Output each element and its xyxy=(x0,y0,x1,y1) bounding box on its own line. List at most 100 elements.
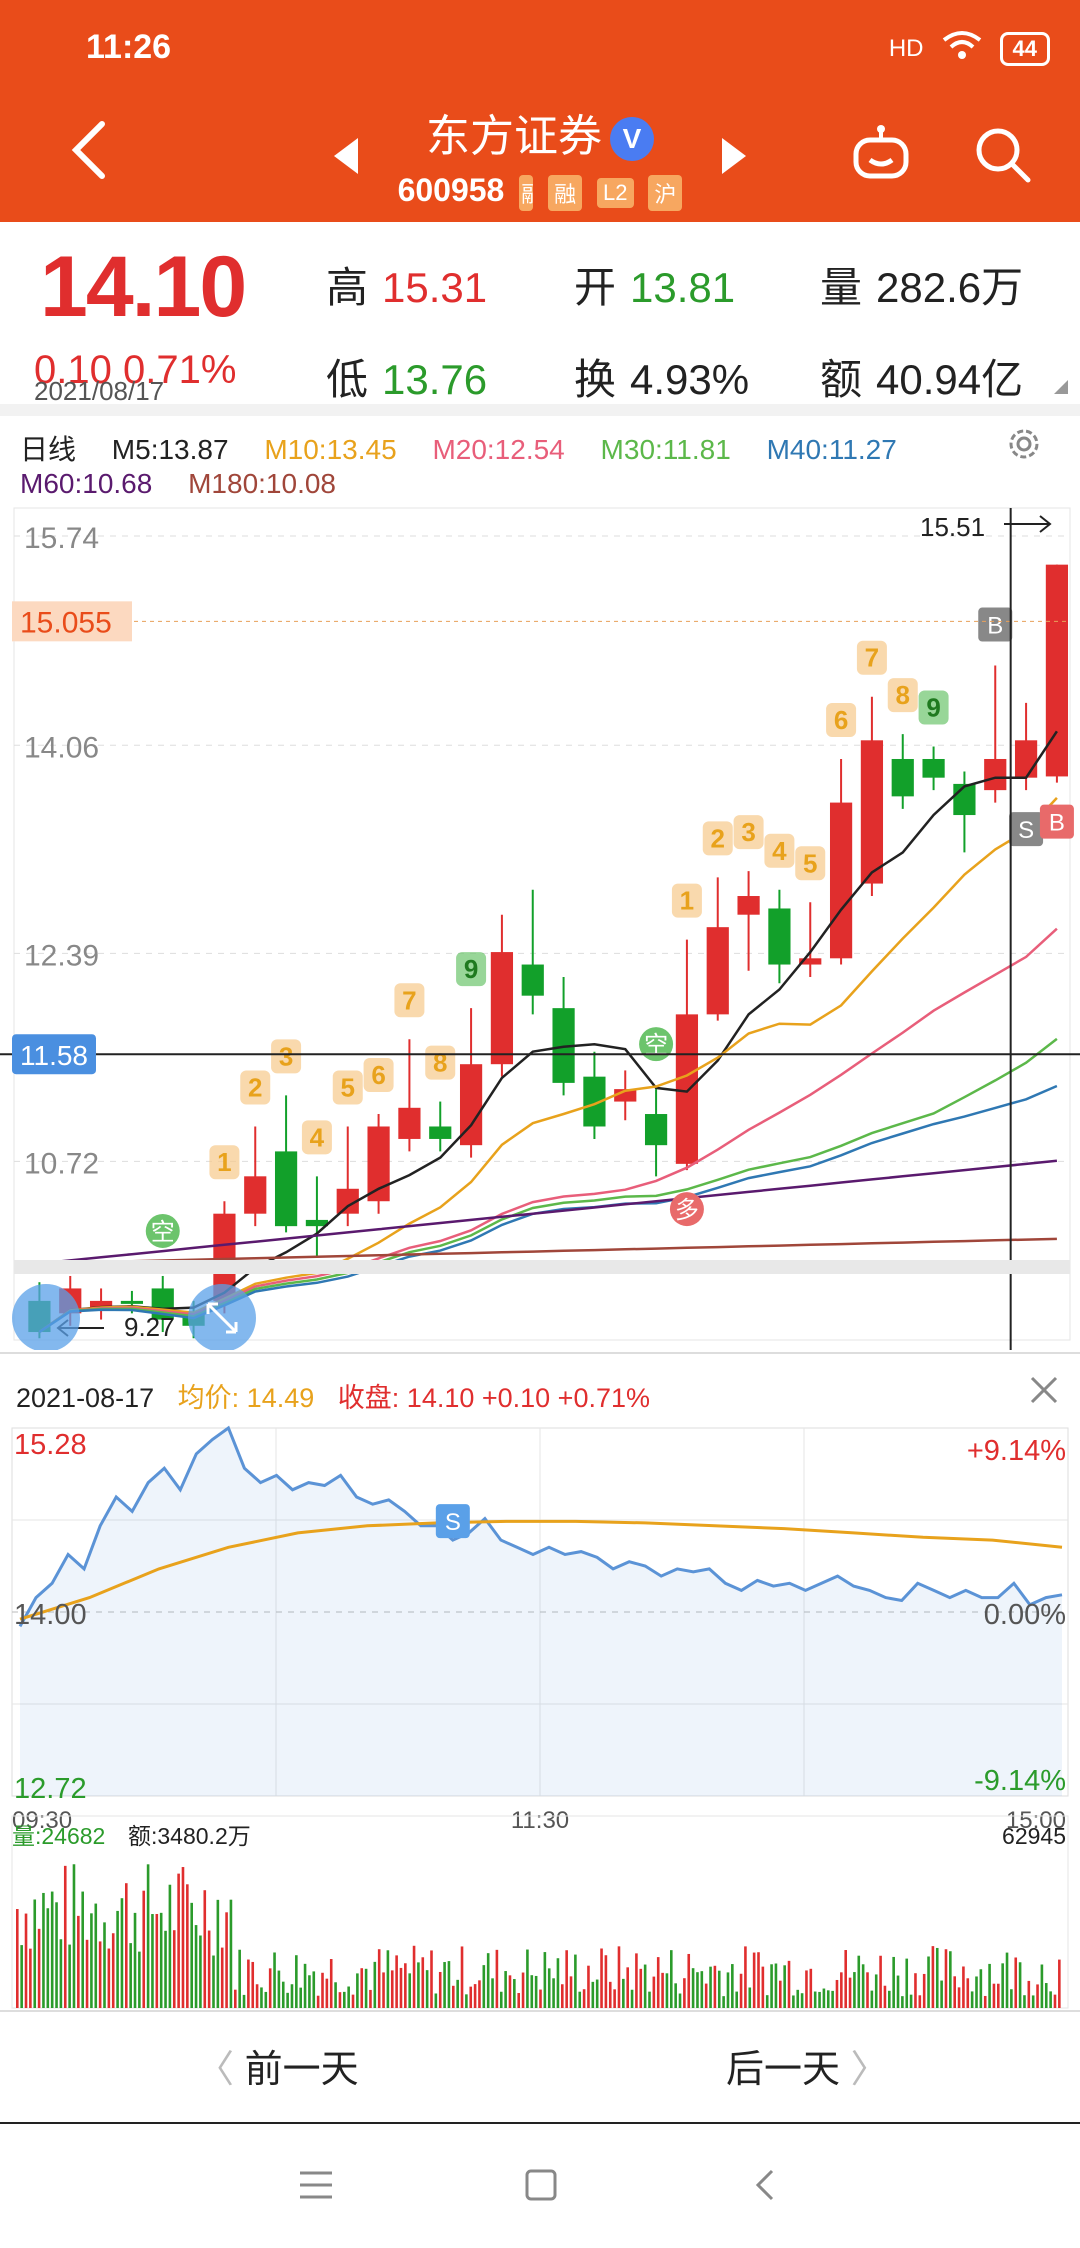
volume-bar xyxy=(286,1992,289,2008)
td-count-label: 5 xyxy=(803,848,817,878)
next-day-button[interactable]: 后一天 〉 xyxy=(726,2038,889,2093)
home-icon[interactable] xyxy=(524,2168,558,2202)
volume-bar xyxy=(983,1995,987,2008)
volume-bar xyxy=(717,1970,721,2008)
volume-bar xyxy=(229,1899,233,2008)
td-count-label: 4 xyxy=(772,836,787,866)
volume-value: 282.6万 xyxy=(876,264,1024,311)
ma180-line xyxy=(39,1237,1057,1265)
signal-label: S xyxy=(445,1509,461,1536)
volume-bar xyxy=(722,1996,725,2008)
crosshair-price-label: 11.58 xyxy=(20,1040,88,1071)
turnover-stat: 换 4.93% xyxy=(574,346,749,407)
volume-bar xyxy=(800,1993,804,2008)
search-icon[interactable] xyxy=(974,126,1032,184)
status-icons: HD 44 xyxy=(889,30,1050,67)
volume-bar xyxy=(116,1910,119,2008)
volume-bar xyxy=(90,1913,93,2008)
volume-bar xyxy=(953,1976,956,2008)
intraday-date: 2021-08-17 xyxy=(16,1383,155,1413)
volume-bar xyxy=(726,1972,730,2008)
volume-bar xyxy=(966,1978,970,2008)
volume-bar xyxy=(386,1950,390,2008)
volume-bar xyxy=(547,1968,551,2008)
ma20-label: M20:12.54 xyxy=(432,434,565,465)
volume-bar xyxy=(813,1991,817,2008)
volume-bar xyxy=(190,1902,193,2008)
volume-bar xyxy=(909,1994,913,2008)
td-count-label: 6 xyxy=(834,705,848,735)
volume-bar xyxy=(835,1979,839,2008)
volume-bar xyxy=(186,1884,189,2008)
volume-bar xyxy=(1001,1963,1004,2008)
volume-bar xyxy=(552,1978,555,2008)
intraday-chart[interactable]: S15.2814.0012.72+9.14%0.00%-9.14%09:30 11… xyxy=(0,1420,1080,2010)
volume-bar xyxy=(37,1928,41,2008)
verified-icon: V xyxy=(610,117,654,162)
volume-bar xyxy=(914,1973,917,2008)
avg-price-label: 均价: xyxy=(177,1383,240,1413)
robot-assistant-icon[interactable] xyxy=(850,124,912,182)
volume-bar xyxy=(390,1970,394,2008)
signal-icon: HD xyxy=(888,34,924,62)
volume-bar xyxy=(1023,1995,1026,2008)
menu-icon[interactable] xyxy=(298,2170,334,2200)
volume-bar xyxy=(456,1979,459,2008)
volume-bar xyxy=(892,1956,895,2008)
volume-bar xyxy=(1053,1994,1057,2008)
turnover-value: 4.93% xyxy=(630,356,750,403)
volume-bar xyxy=(957,1987,961,2008)
volume-bar xyxy=(674,1983,677,2008)
prev-day-button[interactable]: 〈 前一天 xyxy=(196,2038,359,2093)
volume-bar xyxy=(1044,1983,1048,2008)
volume-bar xyxy=(643,1964,647,2008)
expand-corner-icon[interactable] xyxy=(1054,380,1068,394)
volume-bar xyxy=(447,1961,451,2008)
volume-bar xyxy=(561,1984,564,2008)
volume-bar xyxy=(691,1968,695,2008)
volume-bar xyxy=(421,1957,425,2008)
y-right-bottom: -9.14% xyxy=(974,1765,1066,1797)
volume-max-label: 62945 xyxy=(1002,1823,1066,1849)
volume-bar xyxy=(129,1943,132,2008)
volume-bar xyxy=(604,1955,608,2008)
volume-bar xyxy=(582,1989,586,2008)
volume-bar xyxy=(826,1990,830,2008)
volume-bar xyxy=(33,1899,37,2008)
candle-body xyxy=(737,896,760,915)
ma-legend-row-2: M60:10.68 M180:10.08 xyxy=(20,468,364,500)
close-icon[interactable] xyxy=(1026,1372,1062,1408)
volume-bar xyxy=(883,1985,887,2008)
volume-bar xyxy=(748,1987,752,2008)
volume-bar xyxy=(268,1968,272,2008)
volume-bar xyxy=(779,1980,782,2008)
volume-bar xyxy=(29,1948,32,2008)
volume-bar xyxy=(434,1993,438,2008)
candlestick-chart[interactable]: 15.7414.0612.3910.72 12345 678912 34 5678 9空空… xyxy=(0,500,1080,1350)
volume-bar xyxy=(404,1963,407,2008)
volume-bar xyxy=(199,1935,202,2008)
volume-bar xyxy=(94,1903,98,2008)
volume-bar xyxy=(1027,1980,1031,2008)
period-label[interactable]: 日线 xyxy=(20,434,76,465)
volume-bar xyxy=(534,1975,538,2008)
volume-bar xyxy=(24,1913,28,2008)
volume-bar xyxy=(874,1974,878,2008)
back-icon[interactable] xyxy=(752,2168,776,2202)
day-navigation xyxy=(0,2010,1080,2124)
volume-bar xyxy=(783,1965,786,2008)
volume-bar xyxy=(351,1994,355,2008)
volume-bar xyxy=(68,1944,71,2008)
ma180-label: M180:10.08 xyxy=(188,468,336,499)
volume-bar xyxy=(896,1975,900,2008)
td-count-label: 8 xyxy=(433,1048,447,1078)
volume-bar xyxy=(103,1922,106,2008)
settings-gear-icon[interactable] xyxy=(1004,424,1044,464)
volume-bar xyxy=(216,1899,220,2008)
volume-bar xyxy=(744,1946,747,2008)
ma-legend-row-1: 日线 M5:13.87 M10:13.45 M20:12.54 M30:11.8… xyxy=(20,428,925,468)
volume-bar xyxy=(225,1912,228,2008)
volume-bar xyxy=(922,1973,926,2008)
volume-bar xyxy=(997,1983,1000,2008)
volume-bar xyxy=(1018,1962,1022,2008)
